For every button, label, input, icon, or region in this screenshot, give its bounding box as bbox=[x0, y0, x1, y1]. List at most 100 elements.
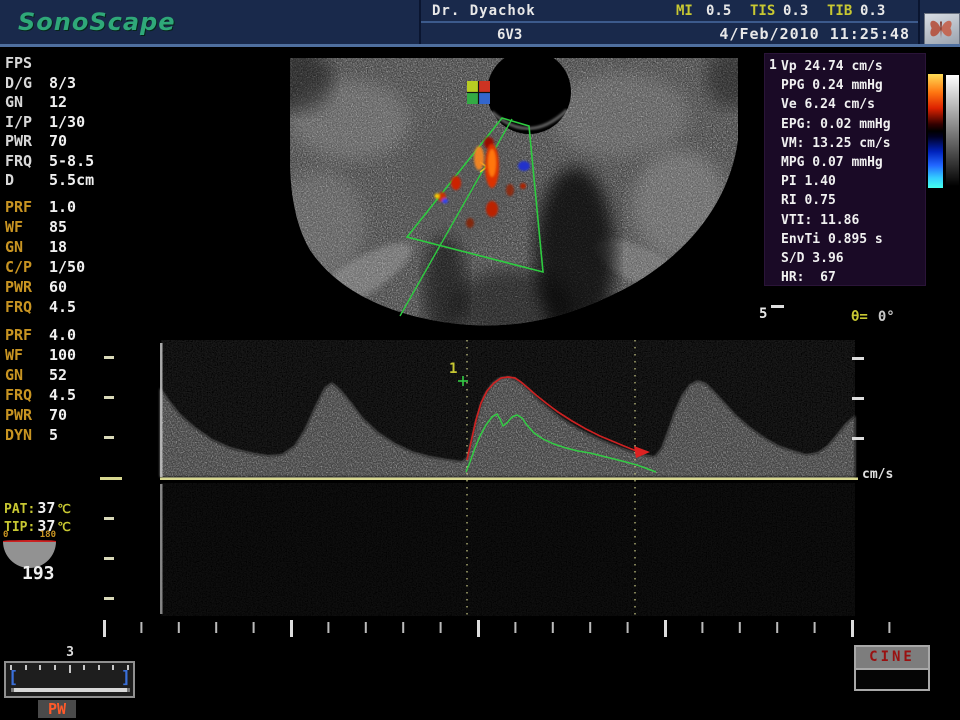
bmode-fan-image bbox=[263, 48, 758, 343]
vendor-butterfly-icon bbox=[924, 13, 960, 47]
angle-0-label: 0 bbox=[3, 530, 8, 540]
probe-notch bbox=[487, 50, 571, 134]
param-row-bmode-gn: GN12 bbox=[5, 93, 155, 113]
measurement-row: S/D 3.96 bbox=[781, 249, 923, 268]
param-value: 85 bbox=[49, 218, 67, 236]
param-label: PWR bbox=[5, 277, 49, 297]
angle-correction-readout: θ= 0° bbox=[851, 309, 895, 325]
param-value: 60 bbox=[49, 278, 67, 296]
cine-bracket-right: ] bbox=[121, 667, 131, 689]
param-row-color-wf: WF85 bbox=[5, 217, 155, 237]
cine-ruler bbox=[10, 665, 129, 672]
param-label: GN bbox=[5, 365, 49, 385]
param-label: GN bbox=[5, 237, 49, 257]
param-value: 5-8.5 bbox=[49, 152, 94, 170]
measurement-row: Ve 6.24 cm/s bbox=[781, 95, 923, 114]
theta-value: 0° bbox=[878, 309, 895, 325]
param-value: 70 bbox=[49, 132, 67, 150]
titlebar-right-divider bbox=[918, 0, 920, 44]
measurement-row: VM: 13.25 cm/s bbox=[781, 134, 923, 153]
param-row-pw-prf: PRF4.0 bbox=[5, 325, 155, 345]
depth-tick bbox=[771, 305, 784, 308]
param-label: C/P bbox=[5, 257, 49, 277]
measurement-index: 1 bbox=[769, 58, 777, 73]
param-label: FRQ bbox=[5, 385, 49, 405]
param-row-color-pwr: PWR60 bbox=[5, 277, 155, 297]
param-label: GN bbox=[5, 93, 49, 113]
spectral-display bbox=[160, 340, 858, 618]
param-label: PRF bbox=[5, 325, 49, 345]
param-row-color-cp: C/P1/50 bbox=[5, 257, 155, 277]
param-value: 12 bbox=[49, 93, 67, 111]
cine-button[interactable]: CINE bbox=[854, 645, 930, 691]
grayscale-bar bbox=[946, 75, 959, 186]
measurement-results-panel: 1 Vp 24.74 cm/sPPG 0.24 mmHgVe 6.24 cm/s… bbox=[764, 53, 926, 286]
theta-label: θ= bbox=[851, 309, 868, 325]
param-row-bmode-dg: D/G8/3 bbox=[5, 74, 155, 94]
param-value: 4.5 bbox=[49, 298, 76, 316]
measurement-row: RI 0.75 bbox=[781, 191, 923, 210]
velocity-scale-ticks-right bbox=[852, 357, 864, 440]
param-row-pw-gn: GN52 bbox=[5, 365, 155, 385]
param-label: FRQ bbox=[5, 297, 49, 317]
pat-unit: ℃ bbox=[57, 502, 70, 516]
param-label: PWR bbox=[5, 132, 49, 152]
cine-button-display bbox=[856, 670, 928, 689]
datetime: 4/Feb/2010 11:25:48 bbox=[648, 25, 910, 43]
param-label: D bbox=[5, 171, 49, 191]
doppler-cursor-line bbox=[400, 119, 512, 316]
param-value: 4.0 bbox=[49, 326, 76, 344]
param-value: 5 bbox=[49, 426, 58, 444]
param-value: 1/50 bbox=[49, 258, 85, 276]
orientation-marker-icon bbox=[467, 81, 490, 104]
sweep-line bbox=[160, 343, 163, 477]
pw-doppler-parameters: PRF4.0WF100GN52FRQ4.5PWR70DYN5 bbox=[5, 325, 155, 445]
measurement-marker-label: 1 bbox=[449, 361, 457, 377]
physician-name: Dr. Dyachok bbox=[432, 3, 536, 19]
probe-angle-scale: 0 180 bbox=[3, 530, 56, 540]
param-row-pw-pwr: PWR70 bbox=[5, 405, 155, 425]
param-label: I/P bbox=[5, 113, 49, 133]
frame-counter: 193 bbox=[22, 563, 102, 584]
brand-logo: SonoScape bbox=[18, 8, 398, 36]
param-row-color-frq: FRQ4.5 bbox=[5, 297, 155, 317]
mi-label: MI bbox=[676, 3, 693, 19]
cine-scrollbar[interactable]: [ ] bbox=[4, 661, 135, 698]
param-value: 8/3 bbox=[49, 74, 76, 92]
depth-value: 5 bbox=[759, 306, 767, 322]
doppler-baseline bbox=[160, 478, 858, 481]
pat-label: PAT: bbox=[4, 502, 35, 517]
param-label: D/G bbox=[5, 74, 49, 94]
param-row-color-gn: GN18 bbox=[5, 237, 155, 257]
param-row-bmode-pwr: PWR70 bbox=[5, 132, 155, 152]
sample-gate-mark bbox=[480, 162, 494, 172]
param-value: 1/30 bbox=[49, 113, 85, 131]
param-value: 5.5cm bbox=[49, 171, 94, 189]
color-doppler-parameters: PRF1.0WF85GN18C/P1/50PWR60FRQ4.5 bbox=[5, 197, 155, 317]
cine-button-label[interactable]: CINE bbox=[856, 647, 928, 670]
param-row-bmode-d: D5.5cm bbox=[5, 171, 155, 191]
param-row-pw-dyn: DYN5 bbox=[5, 425, 155, 445]
mean-velocity-trace bbox=[466, 414, 656, 472]
color-box bbox=[400, 118, 543, 316]
active-mode-badge[interactable]: PW bbox=[38, 700, 76, 718]
title-bar: SonoScape Dr. Dyachok 6V3 MI 0.5 TIS 0.3… bbox=[0, 0, 960, 44]
bmode-parameters: FPSD/G8/3GN12I/P1/30PWR70FRQ5-8.5D5.5cm bbox=[5, 54, 155, 191]
param-label: DYN bbox=[5, 425, 49, 445]
measurement-row: EnvTi 0.895 s bbox=[781, 230, 923, 249]
param-row-pw-frq: FRQ4.5 bbox=[5, 385, 155, 405]
param-row-bmode-frq: FRQ5-8.5 bbox=[5, 152, 155, 172]
param-value: 70 bbox=[49, 406, 67, 424]
time-scale-ticks bbox=[103, 620, 890, 637]
cine-scroll-thumb[interactable] bbox=[11, 688, 130, 692]
color-doppler-scale-bar bbox=[928, 74, 943, 188]
velocity-unit-label: cm/s bbox=[862, 467, 893, 482]
patient-temperature: PAT:37℃ bbox=[4, 499, 71, 517]
measurement-row: HR: 67 bbox=[781, 268, 923, 287]
param-label: WF bbox=[5, 217, 49, 237]
param-row-bmode-ip: I/P1/30 bbox=[5, 113, 155, 133]
param-label: PRF bbox=[5, 197, 49, 217]
trace-end-arrow bbox=[634, 446, 650, 458]
probe-orientation-marker bbox=[3, 540, 56, 542]
measurement-row: PI 1.40 bbox=[781, 172, 923, 191]
